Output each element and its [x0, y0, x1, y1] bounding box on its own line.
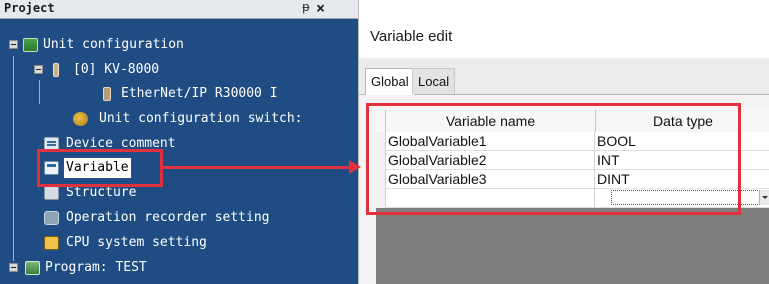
program-icon [25, 261, 40, 275]
tree-item-ethernet-ip[interactable]: EtherNet/IP R30000 I [0, 84, 358, 104]
collapse-toggle[interactable] [9, 40, 18, 49]
variable-edit-window: Variable edit Global Local Variable name… [358, 0, 769, 284]
tree-item-kv8000[interactable]: [0] KV-8000 [0, 60, 358, 80]
cpu-unit-icon [53, 63, 59, 77]
callout-arrow-head [349, 160, 361, 174]
tree-item-label: Unit configuration switch: [99, 111, 303, 126]
ethernet-ip-icon [103, 87, 111, 101]
tree-item-label: [0] KV-8000 [73, 62, 160, 77]
tree-item-label: Unit configuration [43, 37, 184, 52]
window-titlebar: Variable edit [359, 0, 769, 58]
project-pane-title: Project [4, 1, 55, 15]
tree-item-cpu-system-setting[interactable]: CPU system setting [0, 233, 358, 253]
close-icon[interactable]: × [316, 0, 325, 17]
collapse-toggle[interactable] [34, 65, 43, 74]
tree-item-program-test[interactable]: Program: TEST [0, 258, 358, 278]
tab-bar: Global Local [359, 58, 769, 95]
project-pane-header: Project ᵽ × [0, 0, 358, 19]
tree-item-unit-configuration-switch[interactable]: Unit configuration switch: [0, 109, 358, 129]
tree-item-label: Operation recorder setting [66, 210, 270, 225]
unit-switch-icon [73, 112, 88, 126]
tree-item-unit-configuration[interactable]: Unit configuration [0, 35, 358, 55]
cpu-system-icon [44, 236, 59, 250]
pin-icon[interactable]: ᵽ [302, 0, 310, 15]
tree-item-label: CPU system setting [66, 235, 207, 250]
unit-configuration-icon [23, 38, 38, 52]
collapse-toggle[interactable] [9, 263, 18, 272]
tab-local[interactable]: Local [412, 68, 456, 94]
structure-icon [44, 186, 59, 200]
tree-item-label: EtherNet/IP R30000 I [121, 86, 278, 101]
operation-recorder-icon [44, 211, 59, 225]
callout-arrow-line [163, 166, 353, 169]
grid-highlight-box [366, 103, 741, 215]
tab-global[interactable]: Global [365, 68, 415, 95]
tree-item-label: Program: TEST [45, 260, 147, 275]
window-title: Variable edit [370, 28, 453, 45]
tree-item-operation-recorder-setting[interactable]: Operation recorder setting [0, 208, 358, 228]
variable-highlight-box [37, 149, 163, 187]
project-pane: Project ᵽ × Unit configuration [0] KV-80… [0, 0, 358, 284]
chevron-down-icon[interactable] [759, 190, 769, 205]
